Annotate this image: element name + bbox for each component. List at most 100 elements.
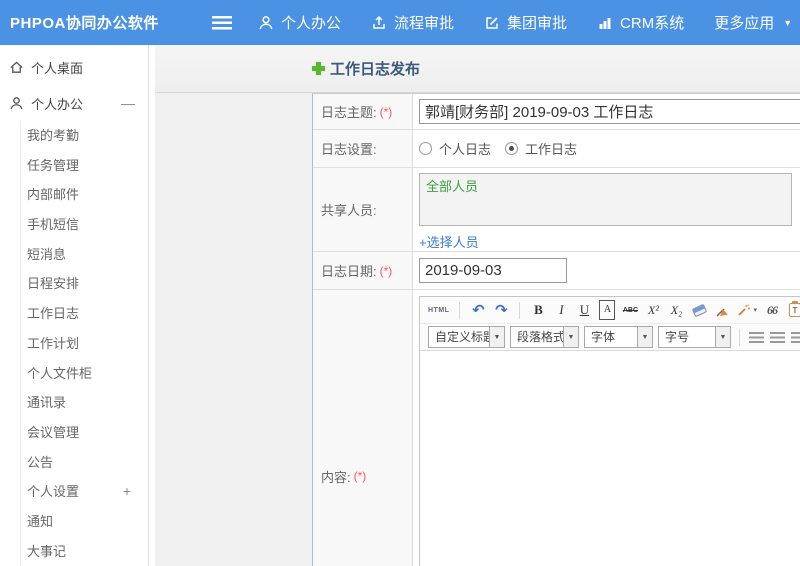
share-label-cell: 共享人员:	[313, 168, 413, 251]
remove-format-button[interactable]	[691, 300, 708, 320]
app-title: PHPOA协同办公软件	[10, 15, 159, 32]
bold-button[interactable]: B	[530, 300, 546, 320]
share-people-value: 全部人员	[426, 179, 479, 194]
subject-input[interactable]	[419, 99, 800, 124]
nav-personal-office[interactable]: 个人办公	[258, 12, 341, 33]
align-right-button[interactable]	[790, 327, 800, 347]
sidebar-item-meetings[interactable]: 会议管理	[21, 418, 148, 448]
font-family-dropdown[interactable]: 字体 ▼	[584, 326, 653, 348]
edit-icon	[484, 15, 500, 31]
editor-content-area[interactable]	[420, 351, 800, 566]
align-left-icon	[748, 331, 764, 343]
sidebar-item-label: 个人桌面	[31, 60, 84, 76]
sidebar-item-attendance[interactable]: 我的考勤	[21, 121, 148, 151]
paragraph-format-dropdown[interactable]: 段落格式 ▼	[510, 326, 579, 348]
chevron-down-icon[interactable]: ▼	[563, 327, 578, 347]
sidebar-item-announcements[interactable]: 公告	[21, 448, 148, 478]
editor-toolbar-row1: HTML ↶ ↷ B I U A ABC X² X₂ ▾ 66 T	[420, 297, 800, 324]
app-window: PHPOA协同办公软件 个人办公 流程审批 集团审批 CRM系统 更多应用 ▼	[0, 0, 800, 566]
sidebar-item-work-log[interactable]: 工作日志	[21, 299, 148, 329]
sidebar-section-personal-office[interactable]: 个人办公 —	[0, 85, 148, 121]
expand-plus-icon[interactable]: +	[123, 477, 131, 507]
sidebar-submenu: 我的考勤 任务管理 内部邮件 手机短信 短消息 日程安排 工作日志 工作计划 个…	[20, 121, 148, 566]
sidebar-item-notifications[interactable]: 通知	[21, 507, 148, 537]
top-nav: 个人办公 流程审批 集团审批 CRM系统 更多应用 ▼	[258, 12, 792, 33]
subscript-button[interactable]: X₂	[668, 300, 684, 320]
log-type-radio-group: 个人日志 工作日志	[419, 139, 577, 158]
bar-chart-icon	[597, 15, 613, 31]
html-source-button[interactable]: HTML	[428, 300, 449, 320]
hamburger-menu-icon[interactable]	[212, 15, 232, 30]
align-center-icon	[769, 331, 785, 343]
align-right-icon	[790, 331, 800, 343]
strikethrough-button[interactable]: ABC	[622, 300, 638, 320]
italic-button[interactable]: I	[553, 300, 569, 320]
chevron-down-icon[interactable]: ▼	[637, 327, 652, 347]
required-marker: (*)	[379, 263, 393, 278]
magic-wand-icon	[738, 304, 751, 316]
rich-text-editor: HTML ↶ ↷ B I U A ABC X² X₂ ▾ 66 T 自定义标题 …	[419, 296, 800, 566]
sidebar-item-short-message[interactable]: 短消息	[21, 240, 148, 270]
chevron-down-icon[interactable]: ▼	[715, 327, 730, 347]
toolbar-separator	[739, 328, 740, 346]
sidebar-item-personal-settings[interactable]: 个人设置 +	[21, 477, 148, 507]
sidebar-item-personal-files[interactable]: 个人文件柜	[21, 359, 148, 389]
nav-group-approval[interactable]: 集团审批	[484, 12, 567, 33]
page-title: 工作日志发布	[330, 61, 421, 78]
radio-icon-checked[interactable]	[505, 142, 519, 155]
main-content: 工作日志发布 日志主题: (*) 日志设置:	[149, 45, 800, 566]
align-center-button[interactable]	[769, 327, 785, 347]
quick-format-button[interactable]	[714, 300, 730, 320]
radio-work-log[interactable]: 工作日志	[505, 139, 577, 158]
sidebar-item-schedule[interactable]: 日程安排	[21, 269, 148, 299]
sidebar-item-sms[interactable]: 手机短信	[21, 210, 148, 240]
page-title-bar: 工作日志发布	[155, 45, 800, 93]
share-people-box[interactable]: 全部人员	[419, 173, 792, 226]
radio-icon-unchecked[interactable]	[419, 142, 432, 155]
eraser-icon	[691, 303, 708, 317]
share-upload-icon	[371, 15, 387, 31]
user-icon	[9, 96, 24, 111]
required-marker: (*)	[379, 104, 393, 119]
sidebar-item-memorabilia[interactable]: 大事记	[21, 537, 148, 566]
toolbar-separator	[519, 301, 521, 319]
sidebar-item-internal-mail[interactable]: 内部邮件	[21, 180, 148, 210]
top-header: PHPOA协同办公软件 个人办公 流程审批 集团审批 CRM系统 更多应用 ▼	[0, 0, 800, 45]
underline-button[interactable]: U	[576, 300, 592, 320]
nav-more-apps[interactable]: 更多应用 ▼	[714, 12, 792, 33]
editor-toolbar-row2: 自定义标题 ▼ 段落格式 ▼ 字体 ▼ 字号 ▼	[420, 324, 800, 351]
date-input[interactable]	[419, 258, 567, 283]
sidebar-section-label: 个人办公	[31, 96, 84, 112]
superscript-button[interactable]: X²	[645, 300, 661, 320]
content-label-cell: 内容: (*)	[313, 290, 413, 566]
radio-personal-log[interactable]: 个人日志	[419, 139, 491, 158]
brush-icon	[716, 308, 728, 316]
insert-template-button[interactable]: ▾	[737, 300, 757, 320]
undo-button[interactable]: ↶	[470, 300, 486, 320]
sidebar-item-work-plan[interactable]: 工作计划	[21, 329, 148, 359]
sidebar-item-desktop[interactable]: 个人桌面	[0, 49, 148, 85]
nav-crm[interactable]: CRM系统	[597, 12, 684, 33]
blockquote-button[interactable]: 66	[764, 300, 780, 320]
chevron-down-icon: ▾	[753, 307, 757, 314]
custom-heading-dropdown[interactable]: 自定义标题 ▼	[428, 326, 505, 348]
select-people-link[interactable]: +选择人员	[419, 232, 479, 251]
font-size-dropdown[interactable]: 字号 ▼	[658, 326, 731, 348]
chevron-down-icon[interactable]: ▼	[489, 327, 504, 347]
toolbar-separator	[459, 301, 461, 319]
nav-workflow-approval[interactable]: 流程审批	[371, 12, 454, 33]
add-plus-icon	[312, 62, 325, 75]
align-left-button[interactable]	[748, 327, 764, 347]
font-color-button[interactable]: A	[599, 300, 616, 320]
form-row-content: 内容: (*) HTML ↶ ↷ B I U A ABC X² X₂ ▾ 66 …	[313, 290, 800, 566]
form-row-share: 共享人员: 全部人员 +选择人员	[313, 168, 800, 252]
paste-text-button[interactable]: T	[787, 300, 800, 320]
sidebar-item-tasks[interactable]: 任务管理	[21, 151, 148, 181]
subject-label-cell: 日志主题: (*)	[313, 94, 413, 129]
redo-button[interactable]: ↷	[493, 300, 509, 320]
sidebar-item-contacts[interactable]: 通讯录	[21, 388, 148, 418]
date-label-cell: 日志日期: (*)	[313, 252, 413, 289]
collapse-minus-icon[interactable]: —	[121, 95, 135, 111]
form-row-settings: 日志设置: 个人日志 工作日志	[313, 130, 800, 168]
sidebar: 个人桌面 个人办公 — 我的考勤 任务管理 内部邮件 手机短信 短消息 日程安排…	[0, 45, 149, 566]
